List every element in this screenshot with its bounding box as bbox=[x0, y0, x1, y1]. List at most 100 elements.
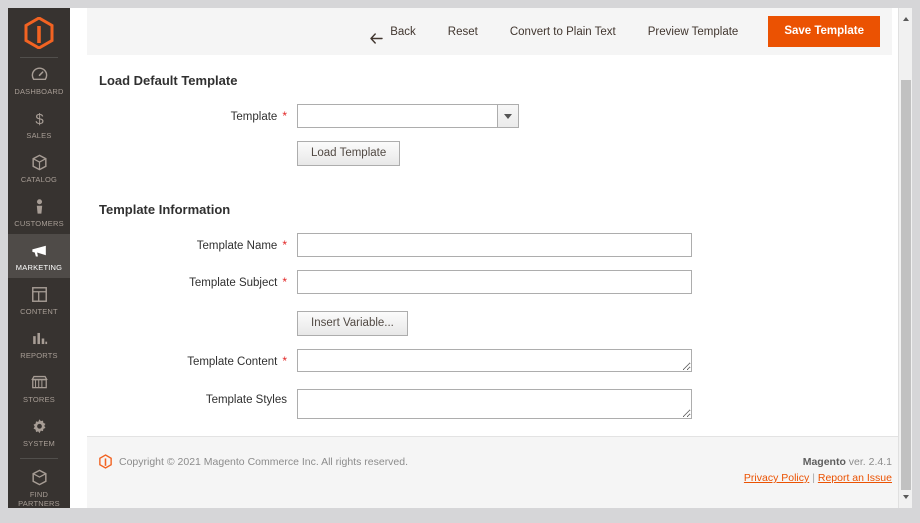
field-row-template-name: Template Name * bbox=[87, 233, 892, 257]
template-select-wrapper bbox=[297, 104, 519, 128]
template-information-heading: Template Information bbox=[99, 202, 231, 217]
sidebar-item-label: FIND PARTNERS & EXTENSIONS bbox=[18, 490, 60, 508]
privacy-policy-link[interactable]: Privacy Policy bbox=[744, 472, 809, 484]
template-subject-label-text: Template Subject bbox=[189, 277, 278, 289]
template-select-value[interactable] bbox=[297, 104, 497, 128]
footer-links: Privacy Policy | Report an Issue bbox=[744, 470, 892, 486]
template-select[interactable] bbox=[297, 104, 519, 128]
template-label: Template * bbox=[87, 104, 287, 123]
insert-variable-row: Insert Variable... bbox=[297, 311, 892, 336]
required-asterisk: * bbox=[282, 275, 287, 289]
dashboard-icon bbox=[10, 65, 68, 85]
screen: DASHBOARD $ SALES CATALOG CUSTOMERS MARK… bbox=[0, 0, 920, 523]
main-column: Back Reset Convert to Plain Text Preview… bbox=[70, 8, 912, 508]
person-icon bbox=[10, 197, 68, 217]
template-content-label-text: Template Content bbox=[187, 356, 278, 368]
sidebar-item-label: CATALOG bbox=[20, 175, 58, 184]
back-button[interactable]: Back bbox=[354, 17, 432, 47]
field-row-template-content: Template Content * bbox=[87, 349, 892, 372]
report-an-issue-link[interactable]: Report an Issue bbox=[818, 472, 892, 484]
template-label-text: Template bbox=[230, 111, 278, 123]
back-button-label: Back bbox=[390, 25, 416, 38]
field-row-template-styles: Template Styles bbox=[87, 389, 892, 419]
sidebar-item-label: SALES bbox=[26, 131, 52, 140]
preview-template-button[interactable]: Preview Template bbox=[632, 17, 755, 47]
page-content: Load Default Template Template * Load Te… bbox=[87, 55, 892, 436]
admin-app: DASHBOARD $ SALES CATALOG CUSTOMERS MARK… bbox=[8, 8, 912, 508]
load-template-row: Load Template bbox=[297, 141, 892, 166]
copyright-text: Copyright © 2021 Magento Commerce Inc. A… bbox=[119, 455, 409, 468]
template-content-label: Template Content * bbox=[87, 349, 287, 368]
template-styles-textarea[interactable] bbox=[297, 389, 692, 419]
sidebar-item-catalog[interactable]: CATALOG bbox=[8, 146, 70, 190]
brand-name: Magento bbox=[802, 456, 846, 468]
copyright-block: Copyright © 2021 Magento Commerce Inc. A… bbox=[99, 454, 408, 469]
version-text: ver. 2.4.1 bbox=[845, 456, 892, 468]
magento-logo-icon bbox=[24, 16, 54, 49]
required-asterisk: * bbox=[282, 238, 287, 252]
sidebar-item-sales[interactable]: $ SALES bbox=[8, 102, 70, 146]
template-styles-wrapper bbox=[297, 389, 692, 419]
template-styles-label: Template Styles bbox=[87, 389, 287, 406]
reset-button[interactable]: Reset bbox=[432, 17, 494, 47]
bar-chart-icon bbox=[10, 329, 68, 349]
svg-text:$: $ bbox=[35, 111, 44, 128]
template-styles-label-text: Template Styles bbox=[205, 394, 287, 406]
template-name-wrapper bbox=[297, 233, 692, 257]
box-icon bbox=[10, 153, 68, 173]
sidebar-item-marketing[interactable]: MARKETING bbox=[8, 234, 70, 278]
save-template-button[interactable]: Save Template bbox=[768, 16, 880, 47]
insert-variable-button[interactable]: Insert Variable... bbox=[297, 311, 408, 336]
footer-meta: Magento ver. 2.4.1 Privacy Policy | Repo… bbox=[744, 454, 892, 486]
link-separator: | bbox=[812, 472, 815, 484]
sidebar-item-find-partners[interactable]: FIND PARTNERS & EXTENSIONS bbox=[8, 461, 70, 508]
magento-footer-logo bbox=[99, 454, 112, 469]
template-name-input[interactable] bbox=[297, 233, 692, 257]
sidebar-item-content[interactable]: CONTENT bbox=[8, 278, 70, 322]
gear-icon bbox=[10, 417, 68, 437]
scroll-up-triangle bbox=[903, 17, 909, 21]
required-asterisk: * bbox=[282, 354, 287, 368]
load-default-template-heading: Load Default Template bbox=[99, 73, 238, 88]
sidebar-item-customers[interactable]: CUSTOMERS bbox=[8, 190, 70, 234]
store-icon bbox=[10, 373, 68, 393]
sidebar-divider bbox=[20, 458, 58, 459]
convert-to-plain-text-button[interactable]: Convert to Plain Text bbox=[494, 17, 632, 47]
sidebar-item-dashboard[interactable]: DASHBOARD bbox=[8, 58, 70, 102]
required-asterisk: * bbox=[282, 109, 287, 123]
arrow-left-icon bbox=[370, 26, 383, 44]
template-subject-input[interactable] bbox=[297, 270, 692, 294]
caret-shape bbox=[504, 113, 512, 119]
field-row-template-subject: Template Subject * bbox=[87, 270, 892, 294]
sidebar-item-label: CONTENT bbox=[20, 307, 58, 316]
scrollbar-thumb[interactable] bbox=[901, 80, 911, 490]
sidebar-item-label: CUSTOMERS bbox=[14, 219, 64, 228]
template-content-wrapper bbox=[297, 349, 692, 372]
sidebar-item-stores[interactable]: STORES bbox=[8, 366, 70, 410]
sidebar-item-reports[interactable]: REPORTS bbox=[8, 322, 70, 366]
magento-logo[interactable] bbox=[20, 8, 58, 58]
version-line: Magento ver. 2.4.1 bbox=[744, 454, 892, 470]
sidebar-item-label: STORES bbox=[23, 395, 55, 404]
megaphone-icon bbox=[10, 241, 68, 261]
sidebar-item-system[interactable]: SYSTEM bbox=[8, 410, 70, 454]
sidebar-item-label: MARKETING bbox=[15, 263, 63, 272]
scroll-down-triangle bbox=[903, 495, 909, 499]
admin-sidebar: DASHBOARD $ SALES CATALOG CUSTOMERS MARK… bbox=[8, 8, 70, 508]
page-footer: Copyright © 2021 Magento Commerce Inc. A… bbox=[87, 436, 912, 508]
sidebar-item-label: SYSTEM bbox=[22, 439, 56, 448]
sidebar-item-label: REPORTS bbox=[20, 351, 58, 360]
chevron-down-icon[interactable] bbox=[497, 104, 519, 128]
field-row-template: Template * bbox=[87, 104, 892, 128]
template-subject-wrapper bbox=[297, 270, 692, 294]
load-template-button[interactable]: Load Template bbox=[297, 141, 401, 166]
template-subject-label: Template Subject * bbox=[87, 270, 287, 289]
sidebar-item-label: DASHBOARD bbox=[14, 87, 64, 96]
page-actions-toolbar: Back Reset Convert to Plain Text Preview… bbox=[87, 8, 892, 55]
template-name-label-text: Template Name bbox=[196, 240, 278, 252]
template-content-textarea[interactable] bbox=[297, 349, 692, 372]
vertical-scrollbar[interactable] bbox=[898, 8, 912, 508]
scroll-up-arrow-icon[interactable] bbox=[899, 12, 913, 26]
scroll-down-arrow-icon[interactable] bbox=[899, 490, 913, 504]
package-icon bbox=[10, 468, 68, 488]
